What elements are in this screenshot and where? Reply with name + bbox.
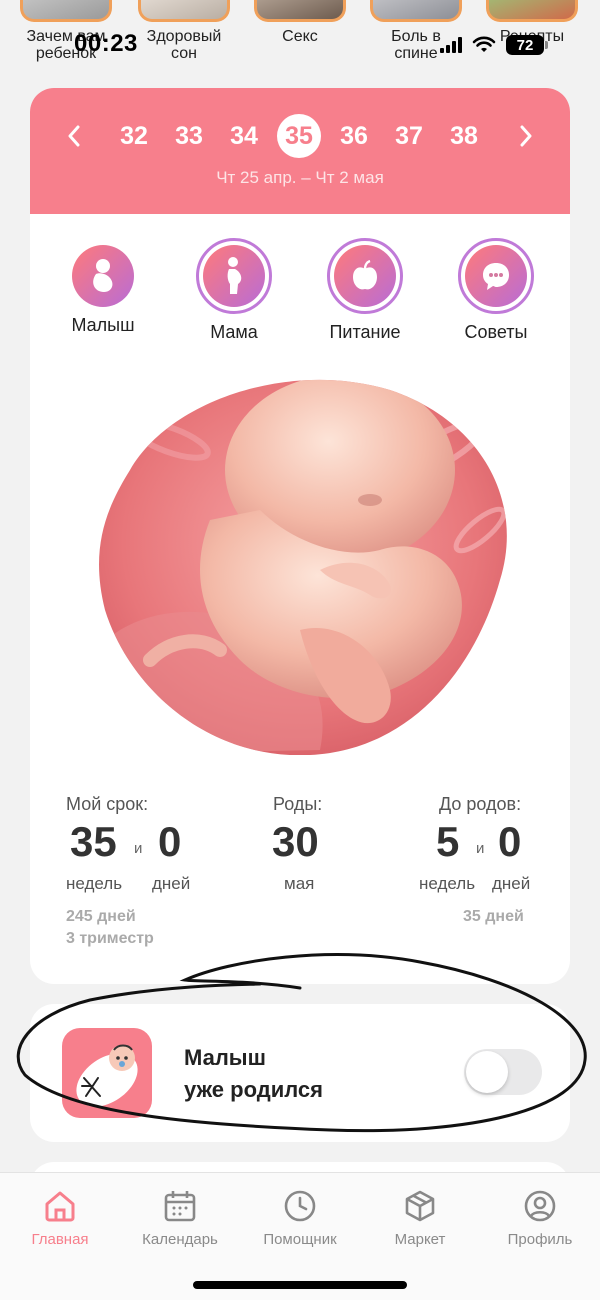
pregnancy-card: 32 33 34 35 36 37 38 Чт 25 апр. – Чт 2 м… [30, 88, 570, 984]
term-days-unit: дней [152, 874, 191, 893]
story-thumbnail [20, 0, 112, 22]
apple-icon [327, 238, 403, 314]
term-total-days: 245 дней [66, 908, 136, 925]
wifi-icon [472, 36, 496, 52]
until-days: 0 [498, 818, 522, 865]
baby-born-line1: Малыш [184, 1045, 266, 1070]
term-days: 0 [158, 818, 182, 865]
prev-week-button[interactable] [56, 116, 92, 156]
week-34[interactable]: 34 [222, 114, 266, 158]
term-weeks-unit: недель [66, 874, 123, 893]
week-35-active[interactable]: 35 [277, 114, 321, 158]
battery-icon: 72 [506, 35, 548, 55]
category-label: Питание [329, 322, 401, 342]
swaddled-baby-icon [62, 1028, 152, 1118]
term-trimester: 3 триместр [66, 930, 154, 947]
clock-icon [284, 1190, 316, 1222]
until-weeks: 5 [436, 818, 460, 865]
nav-label: Маркет [394, 1231, 446, 1248]
nav-label: Профиль [507, 1231, 573, 1248]
week-date-range: Чт 25 апр. – Чт 2 мая [216, 168, 384, 187]
category-nutrition[interactable]: Питание [305, 238, 425, 343]
baby-born-card: Малыш уже родился [30, 1004, 570, 1142]
week-36[interactable]: 36 [332, 114, 376, 158]
calendar-icon [164, 1191, 196, 1222]
story-thumbnail [254, 0, 346, 22]
nav-home[interactable]: Главная [0, 1189, 120, 1248]
until-title: До родов: [439, 794, 522, 814]
baby-icon [72, 245, 134, 307]
signal-icon [440, 37, 462, 53]
status-time: 00:23 [74, 30, 138, 57]
category-label: Малыш [71, 315, 135, 335]
pregnant-icon [196, 238, 272, 314]
chevron-left-icon [68, 125, 80, 147]
birth-month: мая [284, 874, 315, 893]
until-and: и [476, 840, 485, 857]
chevron-right-icon [520, 125, 532, 147]
fetus-illustration [99, 379, 507, 755]
battery-level: 72 [516, 36, 534, 54]
week-38[interactable]: 38 [442, 114, 486, 158]
baby-born-text: Малыш уже родился [184, 1042, 323, 1106]
bottom-navigation: Главная Календарь Помощник Маркет Профил… [0, 1172, 600, 1300]
category-mom[interactable]: Мама [174, 238, 294, 343]
nav-market[interactable]: Маркет [360, 1189, 480, 1248]
until-total-days: 35 дней [463, 908, 524, 925]
next-week-button[interactable] [508, 116, 544, 156]
until-days-unit: дней [492, 874, 531, 893]
profile-icon [524, 1190, 556, 1222]
category-label: Советы [464, 322, 528, 342]
nav-label: Календарь [142, 1231, 218, 1248]
chat-icon [458, 238, 534, 314]
category-tabs: Малыш Мама Питание Советы [30, 238, 570, 348]
until-weeks-unit: недель [419, 874, 476, 893]
pregnancy-stats: Мой срок: 35 и 0 недель дней 245 дней 3 … [30, 794, 570, 954]
term-and: и [134, 840, 143, 857]
week-33[interactable]: 33 [167, 114, 211, 158]
term-title: Мой срок: [66, 794, 149, 814]
category-baby[interactable]: Малыш [43, 238, 163, 336]
baby-born-line2: уже родился [184, 1077, 323, 1102]
box-icon [405, 1190, 435, 1222]
baby-born-toggle[interactable] [464, 1049, 542, 1095]
story-label: Здоровый сон [146, 28, 222, 62]
toggle-knob [466, 1051, 508, 1093]
category-tips[interactable]: Советы [436, 238, 556, 343]
story-thumbnail [486, 0, 578, 22]
home-indicator[interactable] [193, 1281, 407, 1289]
nav-assistant[interactable]: Помощник [240, 1189, 360, 1248]
week-32[interactable]: 32 [112, 114, 156, 158]
nav-profile[interactable]: Профиль [480, 1189, 600, 1248]
nav-label: Главная [31, 1231, 89, 1248]
status-indicators: 72 [440, 34, 548, 56]
home-icon [45, 1191, 75, 1222]
birth-title: Роды: [273, 794, 323, 814]
nav-calendar[interactable]: Календарь [120, 1189, 240, 1248]
story-healthy-sleep[interactable]: Здоровый сон [134, 0, 234, 62]
term-weeks: 35 [70, 818, 117, 865]
story-thumbnail [370, 0, 462, 22]
story-sex[interactable]: Секс [250, 0, 350, 45]
story-thumbnail [138, 0, 230, 22]
nav-label: Помощник [263, 1231, 337, 1248]
week-37[interactable]: 37 [387, 114, 431, 158]
story-label: Секс [282, 28, 318, 45]
birth-day: 30 [272, 818, 319, 865]
week-selector: 32 33 34 35 36 37 38 Чт 25 апр. – Чт 2 м… [30, 88, 570, 214]
category-label: Мама [210, 322, 258, 342]
